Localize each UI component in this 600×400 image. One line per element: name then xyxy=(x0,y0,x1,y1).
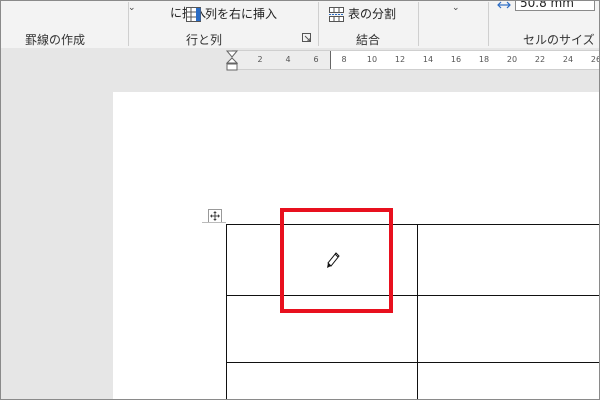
group-label-merge: 結合 xyxy=(356,33,381,47)
ruler-tick: 16 xyxy=(450,55,462,64)
ruler-tick: 10 xyxy=(366,55,378,64)
ruler-tick: 6 xyxy=(313,55,319,64)
ruler-tick: 26 xyxy=(590,55,600,64)
group-label-cell-size: セルのサイズ xyxy=(523,33,595,47)
ribbon-table-layout: ⌄ に挿入 列を右に挿入 表の分割 ⌄ 50.8 mm 罫線の xyxy=(0,0,600,49)
ribbon-separator xyxy=(128,2,129,46)
ruler-indent-marker-icon[interactable] xyxy=(226,50,238,72)
insert-column-right-button[interactable]: 列を右に挿入 xyxy=(186,6,304,22)
insert-column-right-icon xyxy=(186,7,201,22)
split-table-label: 表の分割 xyxy=(348,7,397,21)
chevron-down-icon[interactable]: ⌄ xyxy=(128,3,136,13)
ruler-tick: 14 xyxy=(422,55,434,64)
table-border-left xyxy=(226,224,227,400)
split-table-icon xyxy=(329,7,344,22)
ruler-tick: 20 xyxy=(506,55,518,64)
width-arrows-icon xyxy=(497,1,511,9)
horizontal-ruler[interactable]: 2 4 6 8 10 12 14 16 18 20 22 24 26 xyxy=(232,50,600,70)
table-row-border xyxy=(226,362,600,363)
ruler-tick: 2 xyxy=(257,55,263,64)
ruler-tick: 4 xyxy=(285,55,291,64)
cell-width-input[interactable]: 50.8 mm xyxy=(515,0,595,11)
split-table-button[interactable]: 表の分割 xyxy=(329,6,399,22)
table-corner-guide xyxy=(202,222,226,223)
chevron-down-icon[interactable]: ⌄ xyxy=(452,3,460,13)
table-column-border xyxy=(417,224,418,400)
ruler-tick: 18 xyxy=(478,55,490,64)
ruler-tick: 8 xyxy=(341,55,347,64)
dialog-launcher-icon[interactable] xyxy=(302,33,311,42)
ruler-tick: 12 xyxy=(394,55,406,64)
ribbon-separator xyxy=(418,2,419,46)
ruler-tick: 24 xyxy=(562,55,574,64)
pencil-cursor-icon xyxy=(327,252,340,268)
group-label-borders: 罫線の作成 xyxy=(25,33,86,47)
ribbon-separator xyxy=(318,2,319,46)
ribbon-separator xyxy=(488,2,489,46)
ruler-tick: 22 xyxy=(534,55,546,64)
table-move-handle-icon[interactable] xyxy=(208,209,222,223)
ruler-column-marker[interactable] xyxy=(330,51,331,69)
group-label-rows-columns: 行と列 xyxy=(186,33,223,47)
insert-column-right-label: 列を右に挿入 xyxy=(205,7,278,21)
